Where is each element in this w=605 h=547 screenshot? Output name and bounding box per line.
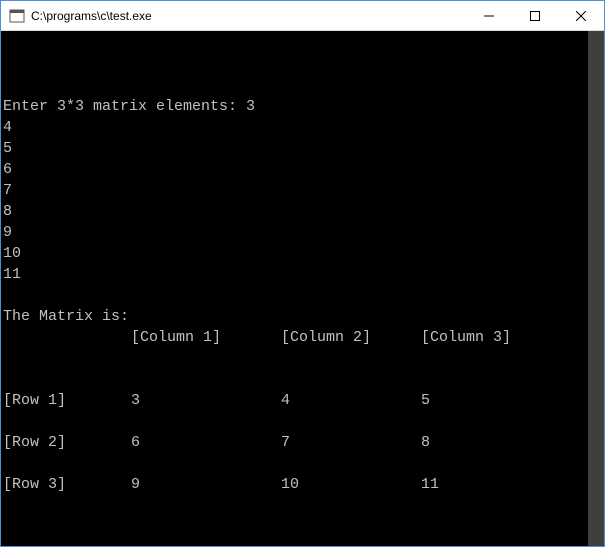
column-headers-row: [Column 1][Column 2][Column 3] <box>3 327 604 348</box>
cell: 11 <box>421 474 439 495</box>
titlebar[interactable]: C:\programs\c\test.exe <box>1 1 604 31</box>
input-value: 5 <box>3 140 12 157</box>
cell: 4 <box>281 390 421 411</box>
titlebar-left: C:\programs\c\test.exe <box>1 8 152 24</box>
prompt-text: Enter 3*3 matrix elements: <box>3 98 246 115</box>
cell: 7 <box>281 432 421 453</box>
input-value: 9 <box>3 224 12 241</box>
close-icon <box>576 11 586 21</box>
matrix-row: [Row 3]91011 <box>3 474 604 495</box>
scrollbar-thumb[interactable] <box>588 31 604 546</box>
input-value: 10 <box>3 245 21 262</box>
console-area[interactable]: Enter 3*3 matrix elements: 3 4 5 6 7 8 9… <box>1 31 604 546</box>
row-label: [Row 2] <box>3 432 131 453</box>
col-header: [Column 2] <box>281 327 421 348</box>
cell: 3 <box>131 390 281 411</box>
row-label: [Row 3] <box>3 474 131 495</box>
cell: 5 <box>421 390 430 411</box>
matrix-row: [Row 2]678 <box>3 432 604 453</box>
scrollbar[interactable] <box>588 31 604 546</box>
console-content: Enter 3*3 matrix elements: 3 4 5 6 7 8 9… <box>3 96 604 546</box>
cell: 6 <box>131 432 281 453</box>
cell: 9 <box>131 474 281 495</box>
cell: 10 <box>281 474 421 495</box>
app-window: C:\programs\c\test.exe <box>0 0 605 547</box>
close-button[interactable] <box>558 1 604 30</box>
maximize-button[interactable] <box>512 1 558 30</box>
cell: 8 <box>421 432 430 453</box>
input-value: 11 <box>3 266 21 283</box>
col-header: [Column 3] <box>421 327 511 348</box>
input-value: 6 <box>3 161 12 178</box>
matrix-header: The Matrix is: <box>3 308 129 325</box>
app-icon <box>9 8 25 24</box>
maximize-icon <box>530 11 540 21</box>
window-controls <box>466 1 604 30</box>
col-spacer <box>3 327 131 348</box>
input-value: 8 <box>3 203 12 220</box>
input-value: 3 <box>246 98 255 115</box>
col-header: [Column 1] <box>131 327 281 348</box>
row-label: [Row 1] <box>3 390 131 411</box>
window-title: C:\programs\c\test.exe <box>31 9 152 23</box>
minimize-icon <box>484 11 494 21</box>
minimize-button[interactable] <box>466 1 512 30</box>
input-value: 7 <box>3 182 12 199</box>
matrix-row: [Row 1]345 <box>3 390 604 411</box>
input-value: 4 <box>3 119 12 136</box>
